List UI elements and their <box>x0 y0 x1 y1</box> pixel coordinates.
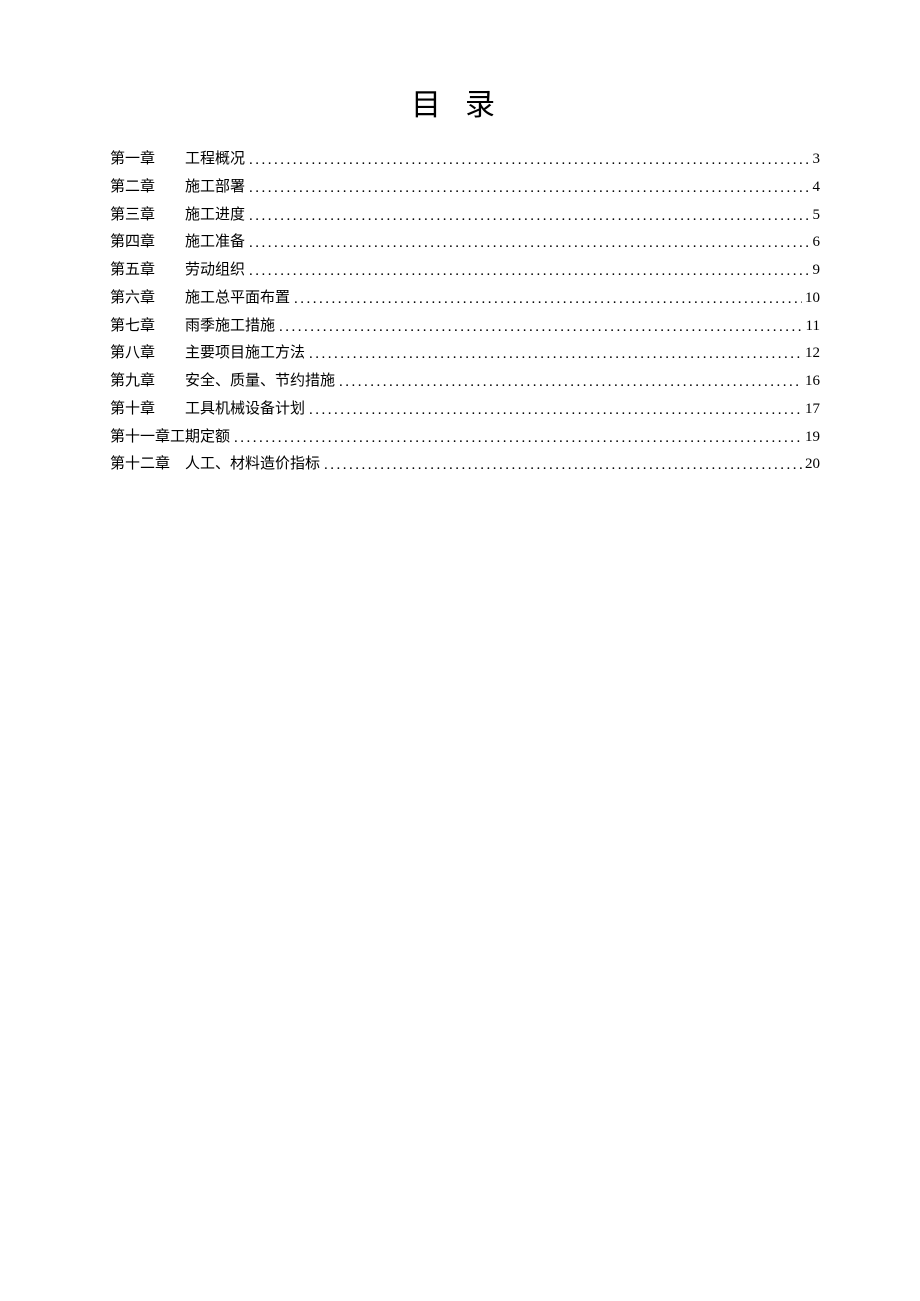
toc-leader-dots <box>279 314 803 342</box>
toc-leader-dots <box>309 397 802 425</box>
toc-page-number: 12 <box>802 340 820 368</box>
toc-leader-dots <box>249 230 809 258</box>
toc-entry-title: 劳动组织 <box>185 257 245 285</box>
toc-gap <box>155 202 185 230</box>
toc-chapter: 第一章 <box>110 146 155 174</box>
toc-leader-dots <box>249 175 809 203</box>
toc-entry: 第三章 施工进度 5 <box>110 202 820 230</box>
toc-entry-title: 安全、质量、节约措施 <box>185 368 335 396</box>
toc-gap <box>155 313 185 341</box>
toc-gap <box>155 146 185 174</box>
toc-page-number: 16 <box>802 368 820 396</box>
toc-leader-dots <box>339 369 802 397</box>
toc-entry-title: 施工总平面布置 <box>185 285 290 313</box>
toc-chapter: 第四章 <box>110 229 155 257</box>
toc-entry-title: 施工部署 <box>185 174 245 202</box>
toc-chapter: 第六章 <box>110 285 155 313</box>
toc-page-number: 9 <box>810 257 821 285</box>
toc-leader-dots <box>294 286 802 314</box>
table-of-contents: 第一章 工程概况 3 第二章 施工部署 4 第三章 施工进度 5 第四章 施工准备 6第五章 … <box>110 146 820 479</box>
toc-leader-dots <box>324 452 802 480</box>
toc-chapter: 第十章 <box>110 396 155 424</box>
toc-entry: 第六章 施工总平面布置 10 <box>110 285 820 313</box>
toc-leader-dots <box>309 341 802 369</box>
page-title: 目录 <box>110 80 820 124</box>
toc-entry: 第七章 雨季施工措施 11 <box>110 313 820 341</box>
toc-chapter: 第三章 <box>110 202 155 230</box>
toc-chapter: 第九章 <box>110 368 155 396</box>
toc-entry-title: 施工进度 <box>185 202 245 230</box>
toc-page-number: 6 <box>810 229 821 257</box>
toc-entry: 第四章 施工准备 6 <box>110 229 820 257</box>
toc-page-number: 11 <box>803 313 820 341</box>
toc-entry-title: 雨季施工措施 <box>185 313 275 341</box>
toc-entry-title: 工具机械设备计划 <box>185 396 305 424</box>
toc-entry: 第九章 安全、质量、节约措施 16 <box>110 368 820 396</box>
toc-entry-title: 工程概况 <box>185 146 245 174</box>
toc-chapter: 第七章 <box>110 313 155 341</box>
toc-entry-title: 施工准备 <box>185 229 245 257</box>
toc-page-number: 10 <box>802 285 820 313</box>
toc-entry-title: 人工、材料造价指标 <box>185 451 320 479</box>
toc-page-number: 5 <box>810 202 821 230</box>
toc-gap <box>155 285 185 313</box>
toc-gap <box>155 174 185 202</box>
toc-leader-dots <box>249 147 809 175</box>
toc-entry: 第一章 工程概况 3 <box>110 146 820 174</box>
toc-gap <box>170 451 185 479</box>
toc-chapter: 第十二章 <box>110 451 170 479</box>
toc-entry: 第八章 主要项目施工方法 12 <box>110 340 820 368</box>
toc-gap <box>155 340 185 368</box>
toc-entry: 第十二章 人工、材料造价指标 20 <box>110 451 820 479</box>
toc-chapter: 第八章 <box>110 340 155 368</box>
toc-page-number: 19 <box>802 424 820 452</box>
toc-entry-title: 工期定额 <box>170 424 230 452</box>
toc-entry: 第五章 劳动组织 9 <box>110 257 820 285</box>
toc-entry: 第二章 施工部署 4 <box>110 174 820 202</box>
toc-chapter: 第二章 <box>110 174 155 202</box>
toc-page-number: 3 <box>810 146 821 174</box>
toc-entry: 第十一章工期定额 19 <box>110 424 820 452</box>
toc-gap <box>155 368 185 396</box>
toc-entry: 第十章 工具机械设备计划 17 <box>110 396 820 424</box>
toc-leader-dots <box>249 203 809 231</box>
toc-page-number: 4 <box>810 174 821 202</box>
toc-page-number: 20 <box>802 451 820 479</box>
toc-leader-dots <box>234 425 802 453</box>
toc-leader-dots <box>249 258 809 286</box>
toc-gap <box>155 229 185 257</box>
toc-chapter: 第十一章 <box>110 424 170 452</box>
toc-entry-title: 主要项目施工方法 <box>185 340 305 368</box>
toc-chapter: 第五章 <box>110 257 155 285</box>
toc-page-number: 17 <box>802 396 820 424</box>
toc-gap <box>155 396 185 424</box>
toc-gap <box>155 257 185 285</box>
